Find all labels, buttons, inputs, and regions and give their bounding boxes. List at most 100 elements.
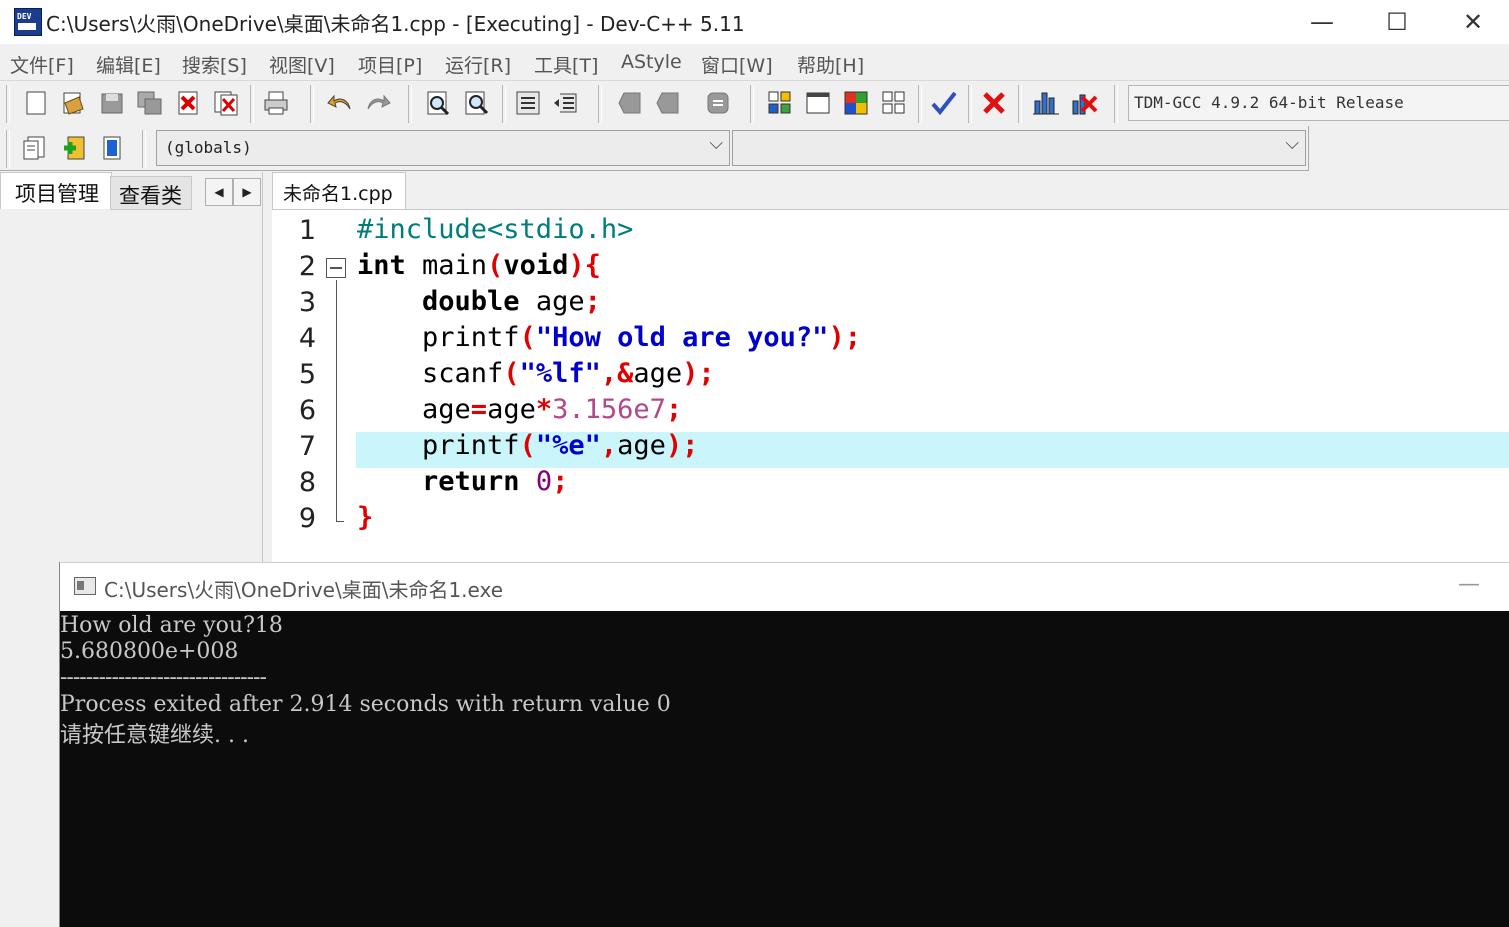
console-app-icon[interactable] — [74, 577, 96, 595]
tab-scroll-left-button[interactable]: ◀ — [205, 178, 233, 206]
code-token: ( — [519, 322, 536, 353]
undo-icon[interactable] — [326, 89, 354, 117]
compiler-label: TDM-GCC 4.9.2 64-bit Release — [1134, 93, 1404, 112]
menu-project[interactable]: 项目[P] — [358, 51, 422, 78]
secondary-toolbar: (globals) ⌵ ⌵ — [0, 126, 1309, 171]
tab-project-manager[interactable]: 项目管理 — [0, 172, 112, 209]
code-token: age — [357, 394, 471, 425]
maximize-button[interactable]: ☐ — [1359, 0, 1435, 44]
code-token: void — [503, 250, 569, 281]
print-icon[interactable] — [262, 89, 290, 117]
tab-scroll-right-button[interactable]: ▶ — [233, 178, 261, 206]
code-token: printf — [357, 430, 520, 461]
close-button[interactable]: ✕ — [1435, 0, 1509, 44]
line-number: 7 — [298, 431, 316, 462]
fold-collapse-icon[interactable] — [326, 258, 346, 278]
code-line: scanf("%lf",&age); — [357, 358, 715, 389]
scope-value: (globals) — [165, 138, 252, 157]
goto-line-icon[interactable] — [704, 89, 732, 117]
indent-icon[interactable] — [514, 89, 542, 117]
tab-project-label: 项目管理 — [15, 182, 99, 206]
debug-stop-icon[interactable] — [1070, 89, 1098, 117]
replace-icon[interactable] — [462, 89, 490, 117]
new-file-icon[interactable] — [22, 89, 50, 117]
menu-help[interactable]: 帮助[H] — [797, 51, 864, 78]
unindent-icon[interactable] — [552, 89, 580, 117]
code-token: age — [617, 430, 666, 461]
editor-tab-label: 未命名1.cpp — [283, 183, 393, 205]
code-token: ); — [828, 322, 861, 353]
code-line: age=age*3.156e7; — [357, 394, 682, 425]
code-line: } — [357, 502, 373, 533]
code-token: "%e" — [535, 430, 601, 461]
line-number: 1 — [298, 215, 316, 246]
code-token: scanf — [357, 358, 504, 389]
console-minimize-button[interactable]: — — [1458, 572, 1480, 597]
window-title: C:\Users\火雨\OneDrive\桌面\未命名1.cpp - [Exec… — [46, 12, 745, 36]
code-token: * — [535, 394, 553, 425]
new-project-icon[interactable] — [766, 89, 794, 117]
chart-icon[interactable] — [1032, 89, 1060, 117]
menu-edit[interactable]: 编辑[E] — [96, 51, 161, 78]
stop-icon[interactable] — [980, 89, 1008, 117]
close-all-icon[interactable] — [212, 89, 240, 117]
code-line: printf("How old are you?"); — [357, 322, 861, 353]
devcpp-app-icon[interactable]: DEV — [14, 8, 42, 36]
open-file-icon[interactable] — [59, 89, 87, 117]
code-token: ( — [487, 250, 504, 281]
code-token: main — [405, 250, 488, 281]
tab-class-browser[interactable]: 查看类 — [110, 176, 192, 210]
code-token: #include<stdio.h> — [357, 214, 634, 245]
console-line: How old are you?18 — [60, 613, 283, 638]
menu-window[interactable]: 窗口[W] — [701, 51, 773, 78]
palette-icon[interactable] — [842, 89, 870, 117]
check-syntax-icon[interactable] — [930, 89, 958, 117]
code-token: ; — [665, 394, 683, 425]
code-token: "%lf" — [519, 358, 601, 389]
bookmark-forward-icon[interactable] — [654, 89, 682, 117]
grid-icon[interactable] — [880, 89, 908, 117]
code-token: ,& — [600, 358, 634, 389]
code-token: printf — [357, 322, 520, 353]
code-line: int main(void){ — [357, 250, 601, 281]
code-token: 3.156e7 — [552, 394, 666, 425]
save-icon[interactable] — [98, 89, 126, 117]
fold-guide — [336, 280, 337, 522]
project-options-icon[interactable] — [20, 134, 48, 162]
code-token: age — [633, 358, 683, 389]
code-token: } — [357, 502, 374, 533]
menu-astyle[interactable]: AStyle — [621, 51, 682, 73]
menu-view[interactable]: 视图[V] — [269, 51, 335, 78]
line-number: 9 — [298, 503, 316, 534]
save-all-icon[interactable] — [136, 89, 164, 117]
code-token: , — [600, 430, 618, 461]
code-line: double age; — [357, 286, 601, 317]
code-token: ); — [682, 358, 715, 389]
bookmark-back-icon[interactable] — [616, 89, 644, 117]
menu-run[interactable]: 运行[R] — [445, 51, 511, 78]
app-icon-label: DEV — [17, 12, 32, 21]
code-line: #include<stdio.h> — [357, 214, 633, 245]
menu-tools[interactable]: 工具[T] — [534, 51, 598, 78]
scope-dropdown[interactable]: (globals) ⌵ — [156, 130, 730, 166]
window-icon[interactable] — [804, 89, 832, 117]
code-token: ); — [665, 430, 699, 461]
add-to-project-icon[interactable] — [60, 134, 88, 162]
redo-icon[interactable] — [364, 89, 392, 117]
console-line: 5.680800e+008 — [60, 639, 239, 664]
minimize-button[interactable]: — — [1284, 0, 1360, 44]
close-file-icon[interactable] — [174, 89, 202, 117]
line-number: 6 — [298, 395, 316, 426]
code-token: return — [422, 466, 520, 497]
find-icon[interactable] — [424, 89, 452, 117]
line-number: 5 — [298, 359, 316, 390]
editor-file-tab[interactable]: 未命名1.cpp — [272, 172, 406, 210]
code-token: ; — [552, 466, 569, 497]
menu-file[interactable]: 文件[F] — [10, 51, 74, 78]
remove-from-project-icon[interactable] — [98, 134, 126, 162]
code-token: 0 — [535, 466, 553, 497]
symbol-dropdown[interactable]: ⌵ — [732, 130, 1306, 166]
menu-search[interactable]: 搜索[S] — [182, 51, 247, 78]
fold-end-mark — [336, 521, 344, 522]
